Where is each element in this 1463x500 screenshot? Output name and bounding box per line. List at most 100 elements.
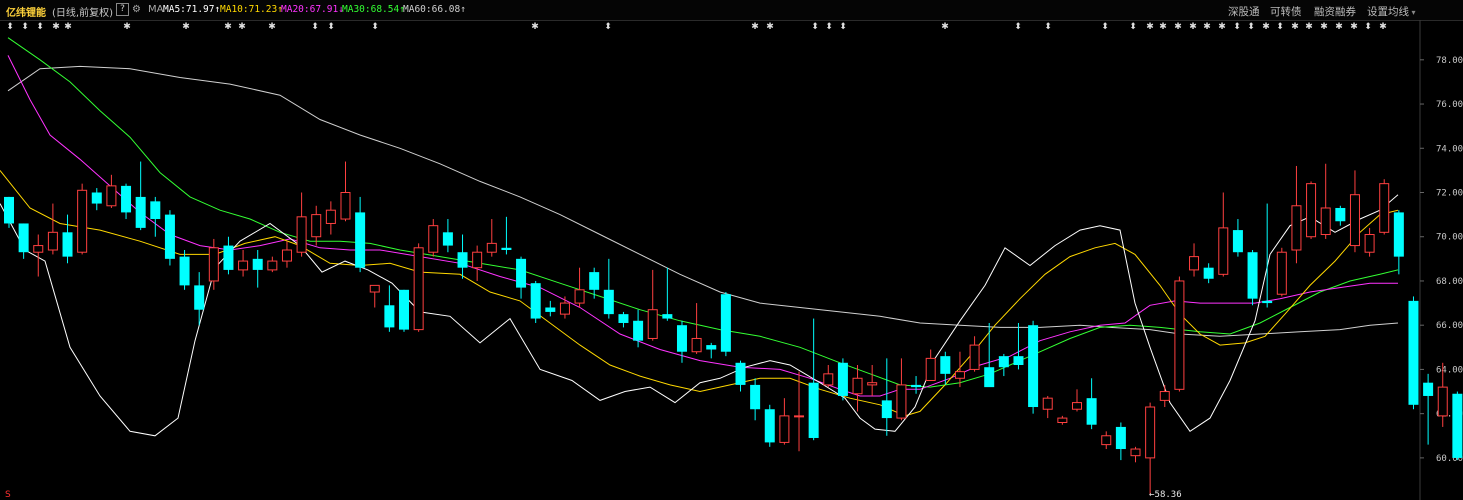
ma10-value: MA10:71.23↑ bbox=[220, 4, 283, 15]
event-marker-icon: ✱ bbox=[1174, 22, 1182, 32]
stock-name[interactable]: 亿纬锂能 bbox=[6, 4, 46, 19]
candle-body-down bbox=[1203, 267, 1214, 279]
chart-mode-label[interactable]: (日线,前复权) bbox=[52, 4, 113, 19]
candle-body-up bbox=[325, 209, 336, 224]
ma60-trend-icon: ↑ bbox=[460, 4, 466, 15]
event-marker-icon: ✱ bbox=[1203, 22, 1211, 32]
ma20-label: MA20:67.91 bbox=[281, 4, 339, 15]
bottom-signal-mark: S bbox=[5, 490, 11, 500]
event-marker-icon: ⬍ bbox=[604, 22, 612, 32]
candle-body-up bbox=[969, 344, 980, 370]
candle-body-up bbox=[1159, 391, 1170, 401]
candle-body-up bbox=[1145, 406, 1156, 459]
candle-body-down bbox=[881, 400, 892, 419]
candle-body-down bbox=[194, 285, 205, 310]
event-marker-icon: ✱ bbox=[531, 22, 539, 32]
candle-body-down bbox=[589, 272, 600, 290]
tab-convertible-bond[interactable]: 可转债 bbox=[1270, 4, 1302, 19]
candle-body-up bbox=[1320, 207, 1331, 236]
candle-body-up bbox=[1276, 251, 1287, 295]
candle-body-down bbox=[135, 196, 146, 228]
candle-body-down bbox=[1408, 300, 1419, 405]
candle-body-up bbox=[954, 371, 965, 379]
event-marker-icon: ⬍ bbox=[1364, 22, 1372, 32]
candle-body-down bbox=[764, 409, 775, 443]
event-marker-icon: ✱ bbox=[238, 22, 246, 32]
event-marker-icon: ⬍ bbox=[1233, 22, 1241, 32]
ma20-value: MA20:67.91↓ bbox=[281, 4, 344, 15]
ma5-label: MA5:71.97 bbox=[163, 4, 215, 15]
ma-label[interactable]: MA bbox=[148, 4, 163, 15]
candle-body-down bbox=[442, 232, 453, 246]
event-marker-icon: ✱ bbox=[766, 22, 774, 32]
tab-margin-trading[interactable]: 融资融券 bbox=[1314, 4, 1356, 19]
event-marker-icon: ✱ bbox=[1305, 22, 1313, 32]
event-marker-icon: ✱ bbox=[1218, 22, 1226, 32]
event-marker-icon: ✱ bbox=[64, 22, 72, 32]
candle-body-up bbox=[896, 384, 907, 419]
gear-icon[interactable]: ⚙ bbox=[132, 4, 141, 15]
candle-body-down bbox=[662, 314, 673, 319]
candle-body-down bbox=[603, 289, 614, 315]
event-marker-icon: ✱ bbox=[1146, 22, 1154, 32]
candle-body-up bbox=[296, 216, 307, 253]
candle-body-up bbox=[559, 302, 570, 315]
candle-body-down bbox=[808, 382, 819, 438]
event-marker-icon: ⬍ bbox=[1276, 22, 1284, 32]
candle-body-up bbox=[486, 242, 497, 253]
event-marker-icon: ⬍ bbox=[1044, 22, 1052, 32]
event-marker-icon: ⬍ bbox=[21, 22, 29, 32]
y-tick-label: 72.00 bbox=[1436, 189, 1463, 199]
ma10-line bbox=[0, 170, 1399, 417]
candle-body-down bbox=[384, 305, 395, 328]
candle-body-up bbox=[413, 247, 424, 331]
candle-body-up bbox=[77, 189, 88, 253]
help-icon[interactable]: ? bbox=[116, 3, 129, 16]
tab-shenzhen-connect[interactable]: 深股通 bbox=[1228, 4, 1260, 19]
event-marker-icon: ✱ bbox=[1291, 22, 1299, 32]
ma30-value: MA30:68.54↑ bbox=[342, 4, 405, 15]
event-marker-icon: ✱ bbox=[224, 22, 232, 32]
event-markers[interactable]: ⬍ ⬍ ⬍ ✱ ✱ ✱ ✱ ✱ ✱ ✱ ⬍ ⬍ ⬍ ✱ ⬍ ✱ ✱ ⬍ ⬍ ⬍ ✱ ⬍ ⬍ ⬍ ⬍ ✱ ✱ ✱ ✱ ✱ ✱ ⬍ ⬍ ✱ ⬍ ✱ ✱ ✱ ✱ ✱… bbox=[6, 22, 1387, 32]
candle-body-down bbox=[1232, 230, 1243, 253]
event-marker-icon: ⬍ bbox=[825, 22, 833, 32]
event-marker-icon: ⬍ bbox=[327, 22, 335, 32]
tab-ma-settings[interactable]: 设置均线 ▾ bbox=[1367, 4, 1416, 19]
y-tick-label: 78.00 bbox=[1436, 56, 1463, 66]
candle-body-up bbox=[340, 192, 351, 220]
dropdown-arrow-icon: ▾ bbox=[1409, 8, 1416, 17]
candlesticks[interactable] bbox=[4, 137, 1463, 495]
candle-body-up bbox=[1349, 194, 1360, 247]
candle-body-down bbox=[1393, 212, 1404, 257]
candle-body-down bbox=[150, 201, 161, 220]
candle-body-up bbox=[106, 185, 117, 207]
candle-body-up bbox=[281, 249, 292, 262]
candle-body-down bbox=[1423, 382, 1434, 396]
event-marker-icon: ⬍ bbox=[36, 22, 44, 32]
price-annotations: ←74.50←58.36S bbox=[5, 490, 1182, 500]
event-marker-icon: ⬍ bbox=[1101, 22, 1109, 32]
candle-body-down bbox=[252, 258, 263, 270]
event-marker-icon: ⬍ bbox=[311, 22, 319, 32]
candle-body-up bbox=[1364, 234, 1375, 253]
candle-body-up bbox=[1306, 183, 1317, 238]
candle-body-up bbox=[823, 373, 834, 386]
candle-body-down bbox=[121, 185, 132, 213]
candle-body-down bbox=[164, 214, 175, 259]
ma-settings-label: 设置均线 bbox=[1367, 6, 1409, 18]
candle-body-down bbox=[1335, 207, 1346, 222]
candle-body-down bbox=[355, 212, 366, 268]
candle-body-up bbox=[691, 337, 702, 353]
candle-body-down bbox=[1013, 356, 1024, 365]
event-marker-icon: ✱ bbox=[941, 22, 949, 32]
event-marker-icon: ✱ bbox=[268, 22, 276, 32]
candle-body-up bbox=[208, 247, 219, 282]
kline-chart[interactable]: 60.0062.0064.0066.0068.0070.0072.0074.00… bbox=[0, 20, 1463, 500]
candle-body-down bbox=[516, 258, 527, 288]
candle-body-down bbox=[457, 252, 468, 268]
candle-body-up bbox=[647, 309, 658, 339]
event-marker-icon: ✱ bbox=[52, 22, 60, 32]
event-marker-icon: ✱ bbox=[1350, 22, 1358, 32]
event-marker-icon: ✱ bbox=[1159, 22, 1167, 32]
candle-body-up bbox=[779, 415, 790, 443]
